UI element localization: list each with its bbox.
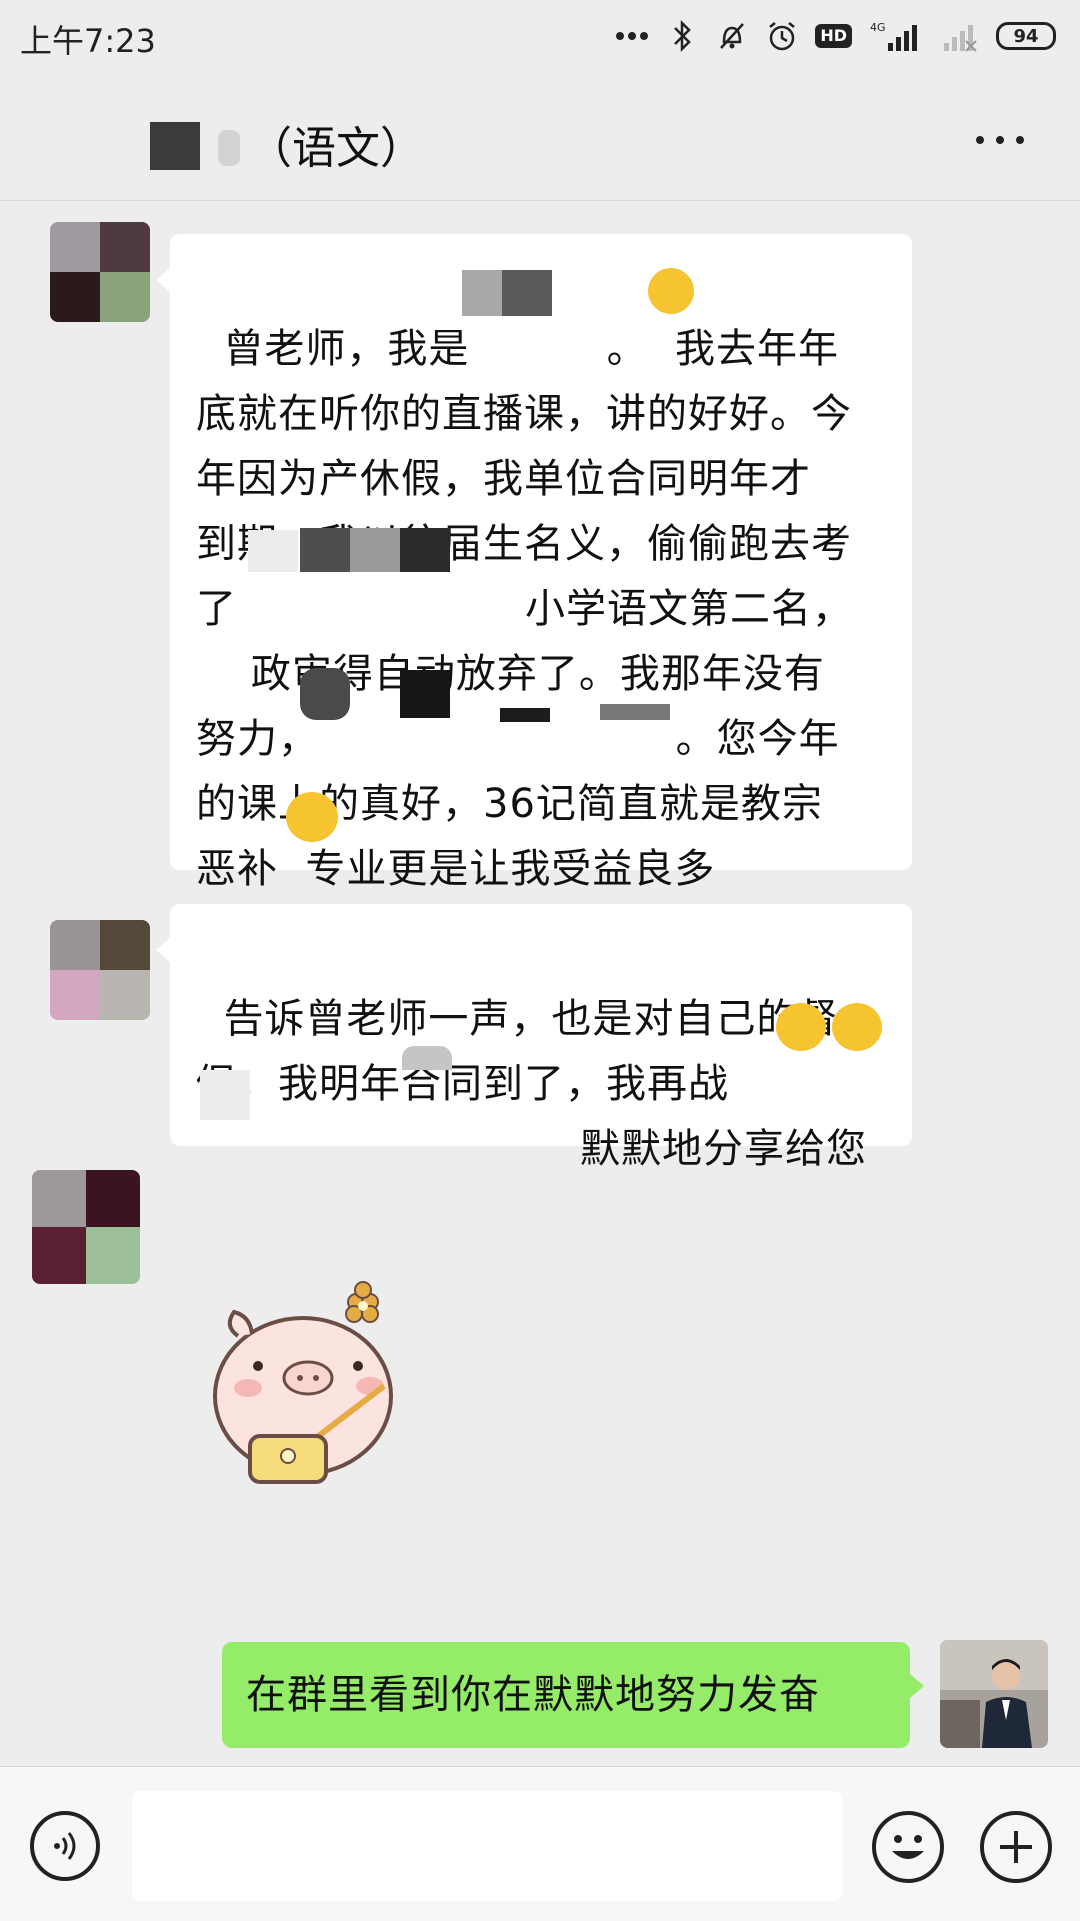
pig-sticker[interactable]: [198, 1276, 418, 1496]
voice-input-button[interactable]: [30, 1811, 100, 1881]
redaction: [502, 270, 552, 316]
redaction: [350, 528, 400, 572]
message-text: 告诉曾老师一声，也是对自己的督 促，我明年合同到了，我再战 默默地分享给您: [196, 996, 868, 1172]
chat-title: （语文）: [248, 123, 424, 174]
redaction: [400, 528, 450, 572]
avatar[interactable]: [32, 1170, 140, 1284]
signal-none-icon: [940, 19, 980, 53]
emoji-icon: [892, 1835, 924, 1859]
title-redacted: [150, 122, 200, 170]
signal-4g-icon: 4G: [868, 19, 924, 53]
status-bar: 上午7:23 HD 4G 94: [0, 0, 1080, 76]
alarm-icon: [765, 19, 799, 53]
redaction: [248, 530, 298, 572]
more-options-button[interactable]: [976, 130, 1028, 150]
message-input[interactable]: [132, 1791, 842, 1901]
voice-icon: [54, 1832, 76, 1860]
redaction: [300, 528, 350, 572]
my-message-bubble[interactable]: 在群里看到你在默默地努力发奋: [222, 1642, 924, 1748]
redaction: [200, 1070, 250, 1120]
grin-emoji-icon: [776, 1003, 826, 1051]
redaction: [300, 668, 350, 720]
status-time: 上午7:23: [20, 22, 156, 60]
rofl-emoji-icon: [832, 1003, 882, 1051]
redaction: [462, 270, 502, 316]
avatar[interactable]: [50, 920, 150, 1020]
status-icons: HD 4G 94: [615, 16, 1056, 56]
avatar[interactable]: [50, 222, 150, 322]
redaction: [600, 704, 670, 720]
hd-icon: HD: [815, 24, 852, 48]
redaction: [402, 1046, 452, 1070]
message-text: 在群里看到你在默默地努力发奋: [246, 1672, 820, 1718]
redaction: [400, 670, 450, 718]
plus-icon: [1000, 1831, 1032, 1863]
laugh-cry-emoji-icon: [286, 792, 338, 842]
more-dots-icon: [615, 19, 649, 53]
chat-header: （语文）: [0, 76, 1080, 201]
battery-icon: 94: [996, 22, 1056, 50]
more-functions-button[interactable]: [980, 1811, 1052, 1883]
bluetooth-icon: [665, 19, 699, 53]
battery-level: 94: [1013, 25, 1039, 47]
smile-emoji-icon: [648, 268, 694, 314]
svg-text:4G: 4G: [870, 21, 886, 34]
title-redacted-2: [218, 130, 240, 166]
redaction: [500, 708, 550, 722]
mute-bell-icon: [715, 19, 749, 53]
emoji-button[interactable]: [872, 1811, 944, 1883]
my-avatar[interactable]: [940, 1640, 1048, 1748]
input-bar: [0, 1766, 1080, 1921]
